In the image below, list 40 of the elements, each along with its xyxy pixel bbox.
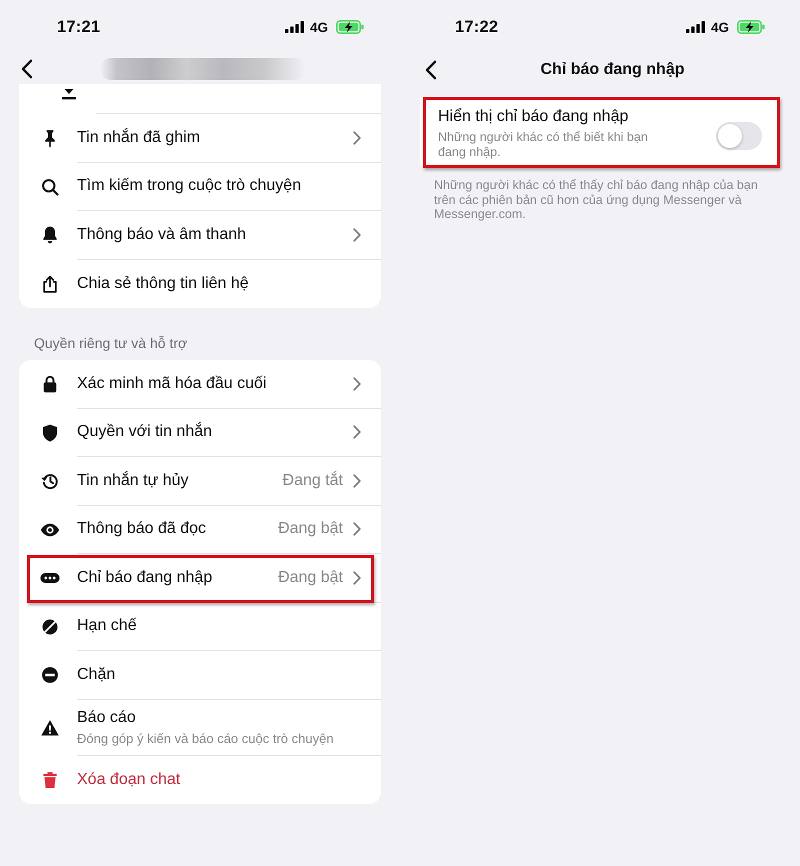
menu-item[interactable]: Tìm kiếm trong cuộc trò chuyện [77, 176, 302, 196]
back-icon[interactable] [425, 60, 437, 80]
menu-item[interactable]: Báo cáo [77, 708, 136, 728]
menu-item[interactable]: Chia sẻ thông tin liên hệ [77, 274, 249, 294]
slashed-circle-icon [40, 616, 60, 637]
menu-item[interactable]: Hạn chế [77, 616, 137, 636]
status-value: Đang tắt [282, 472, 343, 490]
menu-item[interactable]: Xóa đoạn chat [77, 770, 180, 790]
menu-item[interactable]: Quyền với tin nhắn [77, 422, 212, 442]
page-title: Chỉ báo đang nhập [540, 61, 684, 79]
status-value: Đang bật [278, 568, 343, 587]
status-time: 17:22 [455, 18, 498, 36]
menu-item[interactable]: Thông báo và âm thanh [77, 224, 246, 245]
toggle-switch[interactable] [716, 122, 762, 150]
setting-label: Hiển thị chỉ báo đang nhập [438, 107, 628, 127]
network-label: 4G [310, 20, 328, 34]
menu-item[interactable]: Tin nhắn đã ghim [77, 128, 200, 148]
clock-arrow-icon [40, 471, 60, 492]
shield-icon [40, 422, 60, 443]
signal-icon [284, 21, 304, 33]
menu-item[interactable]: Tin nhắn tự hủy [77, 470, 189, 491]
menu-item[interactable]: Chỉ báo đang nhập [77, 568, 212, 588]
section-title: Quyền riêng tư và hỗ trợ [33, 334, 188, 353]
block-icon [40, 665, 60, 686]
search-icon [40, 176, 60, 197]
menu-item[interactable]: Xác minh mã hóa đầu cuối [77, 374, 266, 394]
menu-item[interactable]: Chặn [77, 664, 116, 685]
warning-icon [40, 718, 60, 738]
signal-icon [686, 21, 705, 33]
back-icon[interactable] [21, 59, 33, 79]
battery-charging-icon [737, 20, 765, 34]
menu-item[interactable]: Thông báo đã đọc [77, 519, 206, 540]
item-description: Đóng góp ý kiến và báo cáo cuộc trò chuyện [77, 730, 334, 746]
battery-charging-icon [336, 20, 364, 34]
status-value: Đang bật [278, 520, 343, 538]
setting-description: Những người khác có thể biết khi bạn đang nhập. [438, 130, 649, 160]
network-label: 4G [710, 20, 729, 34]
footnote-text: Những người khác có thể thấy chỉ báo đang nhập của bạn trên các phiên bản cũ hơn của ứng dụng Messenger và Messenger.com. [434, 178, 759, 222]
download-icon [61, 89, 77, 101]
status-time: 17:21 [57, 18, 100, 36]
